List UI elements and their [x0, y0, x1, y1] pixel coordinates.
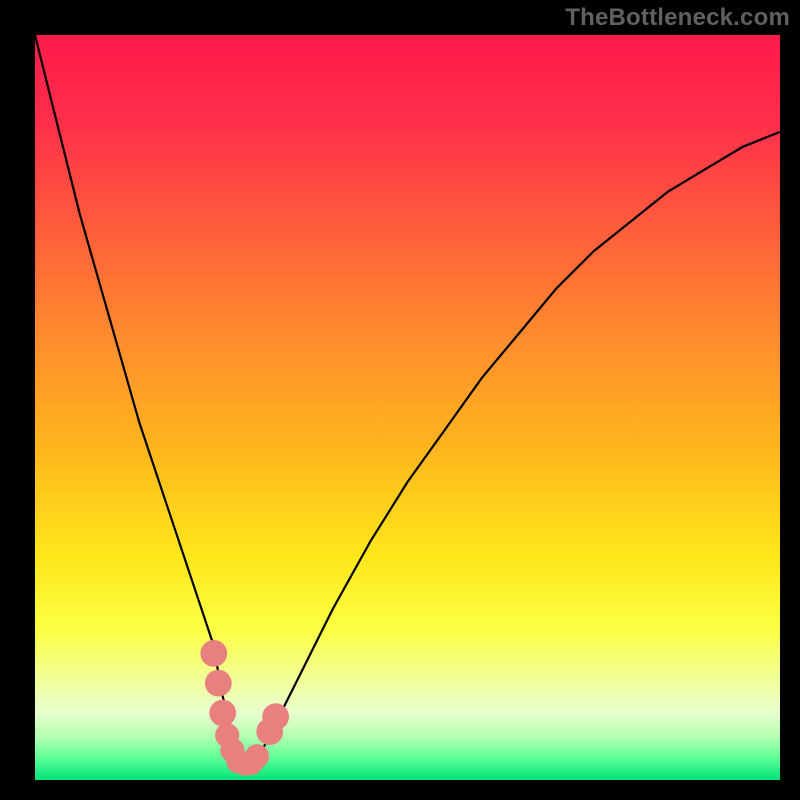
chart-frame: TheBottleneck.com: [0, 0, 800, 800]
data-marker: [262, 703, 289, 730]
data-marker: [205, 670, 232, 697]
data-marker: [245, 744, 269, 768]
bottleneck-chart: [0, 0, 800, 800]
plot-background: [35, 35, 780, 780]
data-marker: [200, 640, 227, 667]
watermark-label: TheBottleneck.com: [565, 4, 790, 32]
data-marker: [209, 700, 236, 727]
